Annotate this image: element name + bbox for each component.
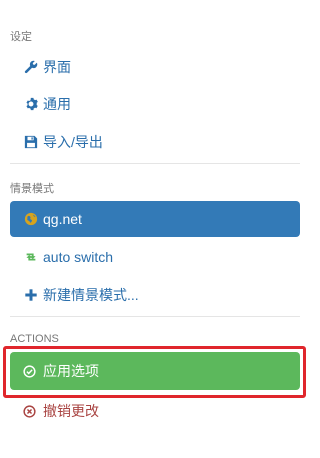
apply-options-label: 应用选项 — [43, 363, 99, 379]
nav-item-label: 新建情景模式... — [43, 287, 139, 303]
nav-item-label: 导入/导出 — [43, 134, 103, 150]
nav-item-interface[interactable]: 界面 — [10, 49, 300, 85]
section-header-actions: ACTIONS — [10, 333, 59, 345]
remove-circle-icon — [23, 403, 39, 419]
check-circle-icon — [23, 363, 39, 379]
nav-item-profile-auto-switch[interactable]: auto switch — [10, 239, 300, 275]
divider — [10, 316, 300, 317]
nav-item-label: 通用 — [43, 96, 71, 112]
globe-icon — [23, 211, 39, 227]
gear-icon — [23, 96, 39, 112]
nav-item-new-profile[interactable]: 新建情景模式... — [10, 277, 300, 313]
nav-item-label: 界面 — [43, 59, 71, 75]
plus-icon — [23, 287, 39, 303]
divider — [10, 163, 300, 164]
nav-item-label: auto switch — [43, 249, 114, 265]
nav-item-profile-qg-net[interactable]: qg.net — [10, 201, 300, 237]
revert-changes-link[interactable]: 撤销更改 — [10, 394, 300, 428]
nav-item-label: qg.net — [43, 211, 82, 227]
section-header-profiles: 情景模式 — [10, 183, 54, 195]
retweet-icon — [23, 249, 39, 265]
section-header-settings: 设定 — [10, 31, 32, 43]
apply-options-button[interactable]: 应用选项 — [10, 352, 300, 390]
wrench-icon — [23, 59, 39, 75]
options-sidebar: 设定 界面 通用 导入/导出 情景模式 qg.net auto switch 新… — [0, 0, 315, 458]
revert-changes-label: 撤销更改 — [43, 403, 99, 419]
nav-item-general[interactable]: 通用 — [10, 86, 300, 122]
nav-item-import-export[interactable]: 导入/导出 — [10, 124, 300, 160]
floppy-disk-icon — [23, 134, 39, 150]
